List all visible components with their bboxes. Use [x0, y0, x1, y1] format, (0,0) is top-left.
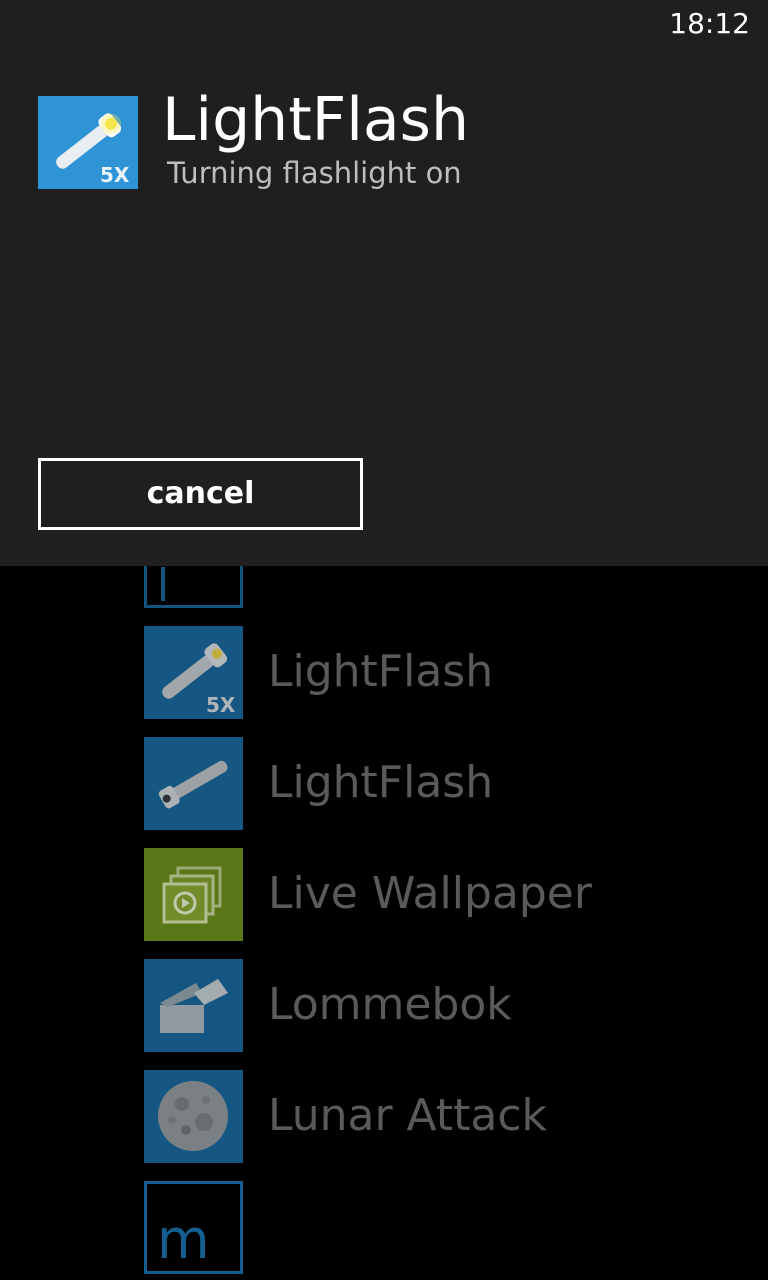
svg-text:5X: 5X [206, 693, 236, 717]
app-list-item-lommebok[interactable]: Lommebok [144, 959, 744, 1052]
flashlight-dialog: 18:12 5X LightFlash Turning flashlight o… [0, 0, 768, 566]
wallet-icon [144, 959, 243, 1052]
app-list-item-label: Live Wallpaper [268, 868, 592, 919]
phone-screen: 5X LightFlash LightFlash Live Wallpaper … [0, 0, 768, 1280]
app-list-item-live-wallpaper[interactable]: Live Wallpaper [144, 848, 744, 941]
svg-text:5X: 5X [100, 163, 130, 187]
dialog-message: Turning flashlight on [167, 156, 462, 190]
app-list-item-label: Lommebok [268, 979, 512, 1030]
letter-group-label: m [157, 1208, 210, 1271]
flashlight-5x-icon: 5X [38, 96, 138, 189]
video-frame-icon [144, 848, 243, 941]
cancel-button[interactable]: cancel [38, 458, 363, 530]
letter-glyph [161, 567, 165, 601]
dialog-title: LightFlash [162, 85, 469, 155]
app-list-item-lightflash-5x[interactable]: 5X LightFlash [144, 626, 744, 719]
app-list-item-label: Lunar Attack [268, 1090, 548, 1141]
flashlight-icon [144, 737, 243, 830]
status-bar-clock: 18:12 [669, 7, 750, 40]
app-list-item-lunar-attack[interactable]: Lunar Attack [144, 1070, 744, 1163]
flashlight-5x-icon: 5X [144, 626, 243, 719]
moon-icon [144, 1070, 243, 1163]
app-list-item-lightflash[interactable]: LightFlash [144, 737, 744, 830]
letter-group-tile-m[interactable]: m [144, 1181, 243, 1274]
app-list-item-label: LightFlash [268, 646, 494, 697]
app-list-item-label: LightFlash [268, 757, 494, 808]
